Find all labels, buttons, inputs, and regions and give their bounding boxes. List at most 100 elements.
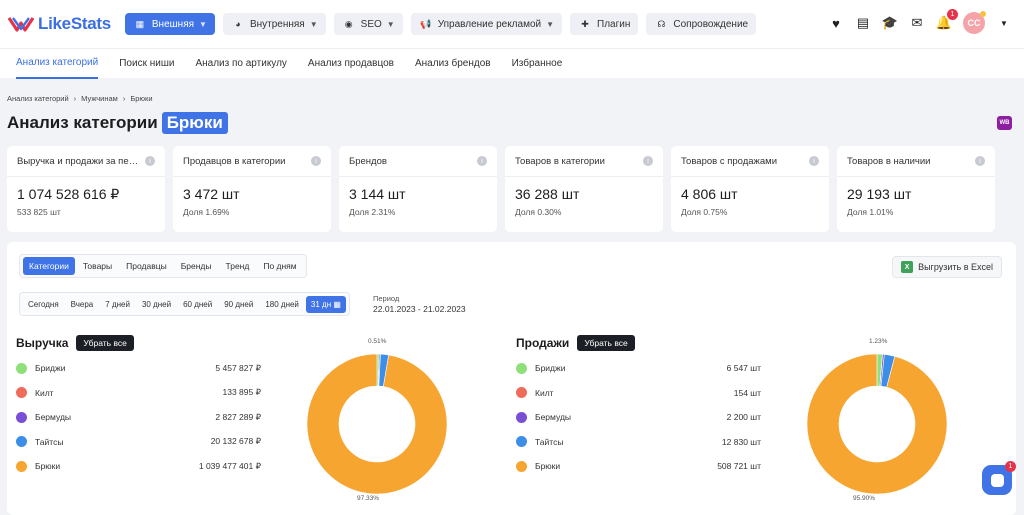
period-option[interactable]: 60 дней [178, 296, 217, 313]
stat-card-value: 3 144 шт [349, 186, 406, 202]
legend-value: 20 132 678 ₽ [210, 436, 261, 447]
legend-item[interactable]: Тайтсы 20 132 678 ₽ [16, 430, 261, 455]
donut-slice-Брюки[interactable] [306, 353, 448, 495]
wb-marketplace-badge[interactable]: WB [997, 116, 1012, 130]
nav-button-5[interactable]: ☊ Сопровождение [646, 13, 757, 35]
chat-icon: ◉ [344, 18, 353, 29]
period-option-label: Сегодня [28, 299, 59, 309]
clear-all-button[interactable]: Убрать все [577, 335, 635, 351]
stat-card: Продавцов в категории i 3 472 шт Доля 1.69% [173, 146, 331, 232]
megaphone-icon: 📢 [420, 18, 432, 29]
legend-label: Бермуды [535, 412, 572, 423]
legend-list: Бриджи 6 547 шт Килт 154 шт Бермуды 2 200 шт Т… [516, 356, 761, 479]
legend-value: 12 830 шт [721, 436, 761, 447]
breadcrumb-item[interactable]: Анализ категорий [7, 94, 69, 103]
tab[interactable]: Тренд [220, 257, 256, 275]
breadcrumb-item[interactable]: Мужчинам [81, 94, 118, 103]
period-option-label: 31 дн [310, 299, 332, 309]
legend-value: 508 721 шт [717, 461, 761, 472]
stat-card: Товаров в категории i 36 288 шт Доля 0.30% [505, 146, 663, 232]
period-option[interactable]: 30 дней [137, 296, 176, 313]
period-option[interactable]: 7 дней [100, 296, 135, 313]
card-divider [505, 176, 663, 177]
notification-badge: 1 [947, 9, 958, 20]
period-option[interactable]: Вчера [66, 296, 99, 313]
period-option[interactable]: 180 дней [260, 296, 304, 313]
info-icon[interactable]: i [145, 156, 155, 166]
legend-value: 133 895 ₽ [222, 387, 262, 398]
legend-item[interactable]: Килт 154 шт [516, 381, 761, 406]
support-chat-button[interactable]: 1 [982, 461, 1016, 495]
nav-button-0[interactable]: ▦ Внешняя ▼ [124, 13, 215, 35]
subnav-item[interactable]: Анализ категорий [16, 49, 99, 79]
tab[interactable]: Категории [23, 257, 75, 275]
card-divider [7, 176, 165, 177]
legend-label: Бриджи [35, 363, 66, 374]
chat-icon [990, 473, 1004, 487]
subnav-item[interactable]: Анализ по артикулу [195, 49, 286, 79]
tab[interactable]: Продавцы [120, 257, 173, 275]
donut-slice-Брюки[interactable] [806, 353, 948, 495]
stat-card-title: Товаров с продажами [681, 156, 778, 167]
logo-icon [8, 17, 34, 32]
info-icon[interactable]: i [643, 156, 653, 166]
nav-button-3[interactable]: 📢 Управление рекламой ▼ [410, 13, 563, 35]
stat-card-title: Продавцов в категории [183, 156, 286, 167]
stat-card-title: Выручка и продажи за период [17, 156, 150, 167]
avatar[interactable]: СС [963, 11, 986, 34]
subnav-item[interactable]: Анализ брендов [415, 49, 491, 79]
subnav-item[interactable]: Анализ продавцов [308, 49, 394, 79]
period-option[interactable]: 31 дн ▦ [305, 295, 346, 313]
stat-card: Товаров в наличии i 29 193 шт Доля 1.01% [837, 146, 995, 232]
heart-icon[interactable]: ♥ [828, 15, 844, 31]
chevron-down-icon[interactable]: ▼ [996, 15, 1012, 31]
legend-item[interactable]: Брюки 508 721 шт [516, 454, 761, 479]
document-icon[interactable]: ▤ [855, 15, 871, 31]
legend-item[interactable]: Бриджи 6 547 шт [516, 356, 761, 381]
page-title: Анализ категории Брюки [7, 112, 228, 134]
stat-card-value: 3 472 шт [183, 186, 240, 202]
legend-label: Тайтсы [535, 436, 564, 447]
nav-button-4[interactable]: ✚ Плагин [570, 13, 639, 35]
stat-card: Брендов i 3 144 шт Доля 2.31% [339, 146, 497, 232]
subnav-item[interactable]: Поиск ниши [119, 49, 174, 79]
legend-label: Брюки [535, 461, 561, 472]
legend-item[interactable]: Брюки 1 039 477 401 ₽ [16, 454, 261, 479]
tab[interactable]: Товары [77, 257, 118, 275]
chat-badge: 1 [1005, 461, 1016, 472]
info-icon[interactable]: i [477, 156, 487, 166]
nav-button-1[interactable]: ◕ Внутренняя ▼ [222, 13, 326, 35]
subnav-item[interactable]: Избранное [512, 49, 563, 79]
export-excel-label: Выгрузить в Excel [918, 262, 993, 272]
logo[interactable]: LikeStats [8, 14, 111, 34]
legend-list: Бриджи 5 457 827 ₽ Килт 133 895 ₽ Бермуды 2 8… [16, 356, 261, 479]
period-option[interactable]: 90 дней [219, 296, 258, 313]
card-divider [671, 176, 829, 177]
tab[interactable]: Бренды [175, 257, 218, 275]
clear-all-button[interactable]: Убрать все [76, 335, 134, 351]
top-header: LikeStats ▦ Внешняя ▼ ◕ Внутренняя ▼ ◉ SEO ▼ 📢 Упр… [0, 0, 1024, 48]
graduation-cap-icon[interactable]: 🎓 [882, 15, 898, 31]
grid-icon: ▦ [135, 18, 145, 29]
info-icon[interactable]: i [975, 156, 985, 166]
legend-item[interactable]: Тайтсы 12 830 шт [516, 430, 761, 455]
info-icon[interactable]: i [311, 156, 321, 166]
tab[interactable]: По дням [257, 257, 302, 275]
logo-text: LikeStats [38, 14, 111, 33]
legend-item[interactable]: Бриджи 5 457 827 ₽ [16, 356, 261, 381]
bell-icon[interactable]: 🔔 1 [936, 9, 958, 31]
legend-label: Килт [535, 387, 554, 398]
legend-item[interactable]: Бермуды 2 827 289 ₽ [16, 405, 261, 430]
legend-item[interactable]: Бермуды 2 200 шт [516, 405, 761, 430]
revenue-section: Выручка Убрать все Бриджи 5 457 827 ₽ Килт 13… [16, 334, 261, 479]
chevron-right-icon: › [122, 94, 126, 103]
donut-annotation: 95.90% [853, 495, 876, 502]
legend-item[interactable]: Килт 133 895 ₽ [16, 381, 261, 406]
sales-donut-chart [806, 353, 948, 495]
legend-label: Бермуды [35, 412, 72, 423]
period-option[interactable]: Сегодня [23, 296, 64, 313]
info-icon[interactable]: i [809, 156, 819, 166]
nav-button-2[interactable]: ◉ SEO ▼ [333, 13, 403, 35]
mail-icon[interactable]: ✉ [909, 15, 925, 31]
export-excel-button[interactable]: X Выгрузить в Excel [892, 256, 1002, 278]
